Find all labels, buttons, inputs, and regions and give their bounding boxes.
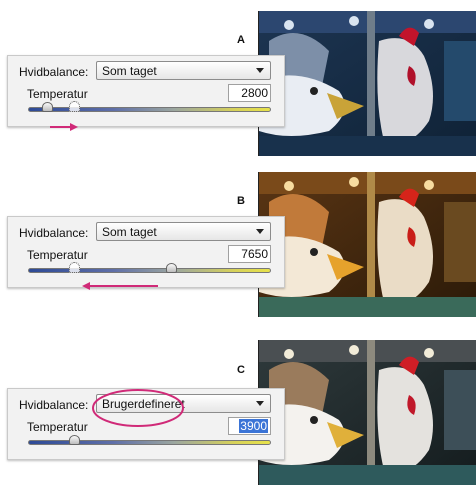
section-letter-b: B xyxy=(237,195,245,207)
white-balance-label: Hvidbalance: xyxy=(19,65,89,79)
temperature-slider-track[interactable] xyxy=(28,107,271,112)
carousel-photo-warm xyxy=(259,172,476,317)
chevron-down-icon xyxy=(256,401,264,406)
temperature-field[interactable]: 2800 xyxy=(228,84,271,102)
temperature-slider-track[interactable] xyxy=(28,440,271,445)
temperature-label: Temperatur xyxy=(27,248,88,262)
carousel-photo-a xyxy=(258,11,476,156)
section-letter-c: C xyxy=(237,364,245,376)
temperature-slider-track[interactable] xyxy=(28,268,271,273)
ghost-slider-thumb xyxy=(69,101,81,112)
carousel-photo-c xyxy=(258,340,476,485)
carousel-photo-cool xyxy=(259,11,476,156)
white-balance-value: Som taget xyxy=(102,64,157,78)
temperature-value: 2800 xyxy=(241,86,268,100)
white-balance-value: Som taget xyxy=(102,225,157,239)
arrow-right-icon xyxy=(50,123,78,131)
temperature-slider-thumb[interactable] xyxy=(42,102,54,112)
temperature-slider-thumb[interactable] xyxy=(69,435,81,445)
chevron-down-icon xyxy=(256,68,264,73)
white-balance-value: Brugerdefineret xyxy=(102,397,185,411)
carousel-photo-neutral xyxy=(259,340,476,485)
arrow-left-icon xyxy=(82,282,158,290)
section-letter-a: A xyxy=(237,34,245,46)
white-balance-label: Hvidbalance: xyxy=(19,398,89,412)
white-balance-dropdown[interactable]: Brugerdefineret xyxy=(96,394,271,413)
temperature-label: Temperatur xyxy=(27,420,88,434)
white-balance-dropdown[interactable]: Som taget xyxy=(96,61,271,80)
temperature-value: 3900 xyxy=(239,419,268,433)
white-balance-dropdown[interactable]: Som taget xyxy=(96,222,271,241)
white-balance-panel-c: Hvidbalance: Brugerdefineret Temperatur … xyxy=(7,388,285,460)
temperature-value: 7650 xyxy=(241,247,268,261)
temperature-label: Temperatur xyxy=(27,87,88,101)
chevron-down-icon xyxy=(256,229,264,234)
ghost-slider-thumb xyxy=(69,262,81,273)
carousel-photo-b xyxy=(258,172,476,317)
temperature-slider-thumb[interactable] xyxy=(166,263,178,273)
white-balance-panel-a: Hvidbalance: Som taget Temperatur 2800 xyxy=(7,55,285,127)
white-balance-panel-b: Hvidbalance: Som taget Temperatur 7650 xyxy=(7,216,285,288)
temperature-field[interactable]: 7650 xyxy=(228,245,271,263)
temperature-field[interactable]: 3900 xyxy=(228,417,271,435)
white-balance-label: Hvidbalance: xyxy=(19,226,89,240)
